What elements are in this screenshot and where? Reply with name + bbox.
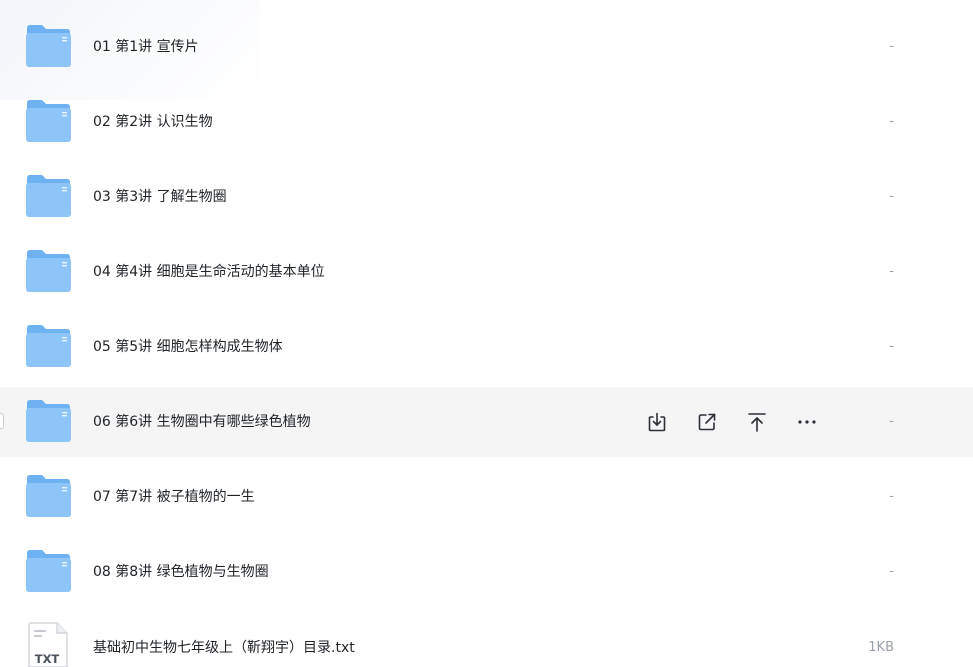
folder-icon [25,99,71,143]
folder-icon [25,399,71,443]
file-name[interactable]: 02 第2讲 认识生物 [93,87,213,157]
pin-to-top-button[interactable] [742,407,772,437]
file-name[interactable]: 01 第1讲 宣传片 [93,12,199,82]
download-button[interactable] [642,407,672,437]
folder-icon [25,549,71,593]
file-size: - [889,414,894,429]
list-item[interactable]: 02 第2讲 认识生物 - [0,87,973,157]
txt-file-icon: TXT [27,622,69,667]
download-icon [648,412,666,432]
txt-label: TXT [35,652,60,666]
file-list: 01 第1讲 宣传片 - 02 第2讲 认识生物 - 03 第3讲 了解生物圈 … [0,0,973,667]
list-item[interactable]: 03 第3讲 了解生物圈 - [0,162,973,232]
folder-icon [25,249,71,293]
more-icon [798,420,816,424]
file-name[interactable]: 基础初中生物七年级上（靳翔宇）目录.txt [93,612,355,667]
row-checkbox[interactable] [0,413,4,429]
share-button[interactable] [692,407,722,437]
file-size: - [889,264,894,279]
list-item[interactable]: 04 第4讲 细胞是生命活动的基本单位 - [0,237,973,307]
pin-to-top-icon [748,413,766,432]
file-size: - [889,489,894,504]
list-item[interactable]: TXT 基础初中生物七年级上（靳翔宇）目录.txt 1KB [0,612,973,667]
share-icon [698,413,716,431]
file-name[interactable]: 08 第8讲 绿色植物与生物圈 [93,537,269,607]
folder-icon [25,474,71,518]
folder-icon [25,24,71,68]
more-button[interactable] [792,407,822,437]
list-item[interactable]: 01 第1讲 宣传片 - [0,12,973,82]
folder-icon [25,174,71,218]
folder-icon [25,324,71,368]
file-name[interactable]: 05 第5讲 细胞怎样构成生物体 [93,312,283,382]
file-size: - [889,564,894,579]
list-item[interactable]: 07 第7讲 被子植物的一生 - [0,462,973,532]
list-item[interactable]: 08 第8讲 绿色植物与生物圈 - [0,537,973,607]
file-name[interactable]: 07 第7讲 被子植物的一生 [93,462,255,532]
file-size: - [889,114,894,129]
file-name[interactable]: 03 第3讲 了解生物圈 [93,162,227,232]
row-actions [642,407,842,437]
file-size: - [889,339,894,354]
file-size: - [889,39,894,54]
file-size: - [889,189,894,204]
file-size: 1KB [868,640,894,655]
list-item[interactable]: 05 第5讲 细胞怎样构成生物体 - [0,312,973,382]
list-item-hovered[interactable]: 06 第6讲 生物圈中有哪些绿色植物 - [0,387,973,457]
file-name[interactable]: 06 第6讲 生物圈中有哪些绿色植物 [93,387,311,457]
file-name[interactable]: 04 第4讲 细胞是生命活动的基本单位 [93,237,325,307]
